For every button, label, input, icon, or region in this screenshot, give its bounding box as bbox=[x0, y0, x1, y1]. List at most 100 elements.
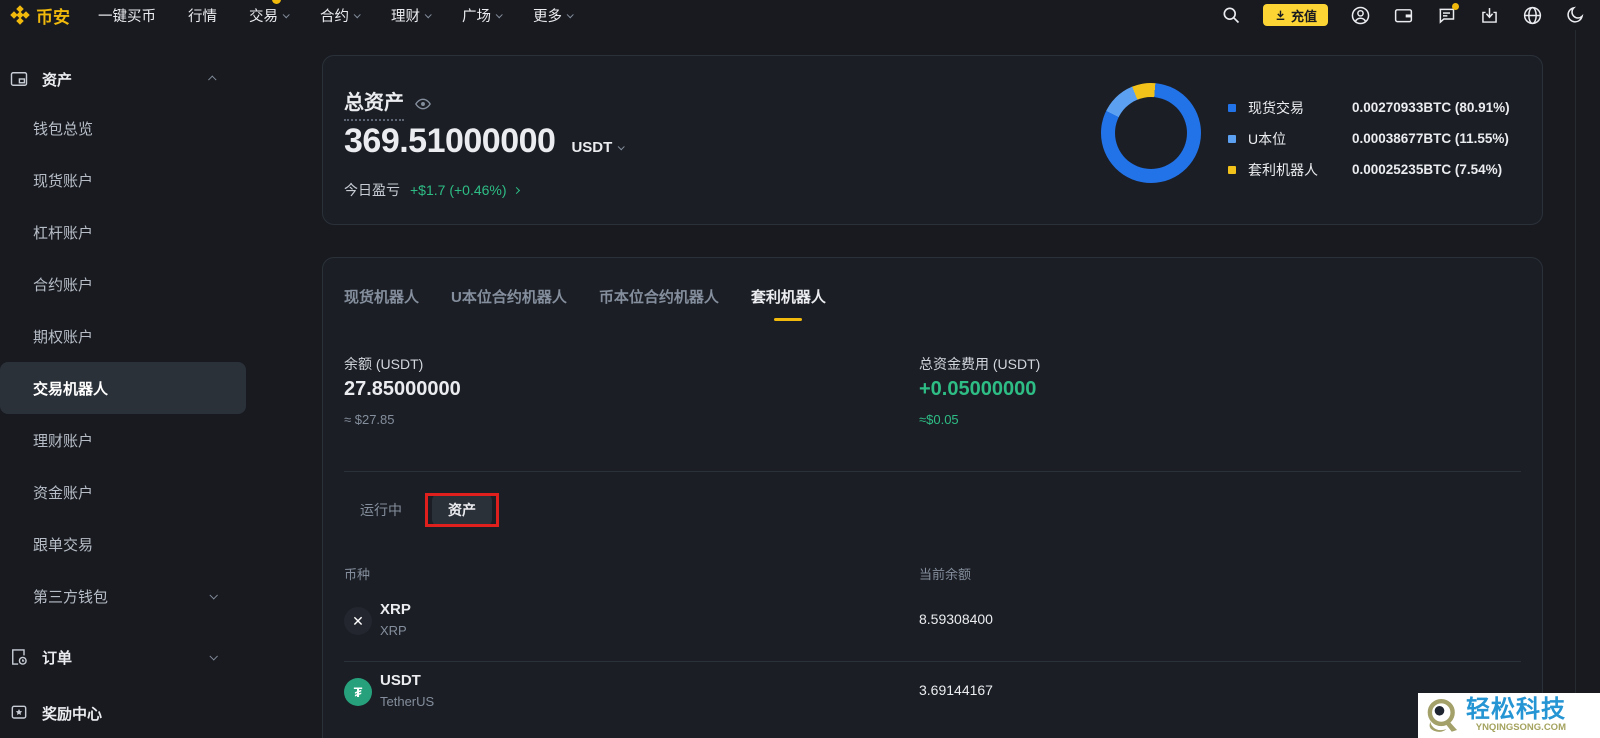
sidebar-item-trading-bots[interactable]: 交易机器人 bbox=[0, 362, 246, 414]
chevron-down-icon bbox=[209, 652, 218, 661]
coin-balance: 8.59308400 bbox=[919, 611, 993, 627]
sidebar-item-spot-account[interactable]: 现货账户 bbox=[0, 154, 246, 206]
theme-moon-icon[interactable] bbox=[1564, 4, 1586, 26]
currency-selector[interactable]: USDT bbox=[571, 139, 626, 156]
nav-item-more[interactable]: 更多 bbox=[533, 5, 574, 26]
tab-arbitrage-bot[interactable]: 套利机器人 bbox=[751, 286, 826, 321]
nav-item-buy-crypto[interactable]: 一键买币 bbox=[98, 5, 156, 26]
coin-symbol: USDT bbox=[380, 672, 421, 689]
chevron-down-icon bbox=[209, 591, 218, 600]
coin-name: TetherUS bbox=[380, 694, 435, 709]
sidebar-section-assets[interactable]: 资产 bbox=[0, 56, 246, 102]
allocation-legend: 现货交易 0.00270933BTC (80.91%) U本位 0.000386… bbox=[1228, 92, 1510, 185]
deposit-arrow-icon bbox=[1276, 10, 1285, 20]
binance-logo[interactable]: 币安 bbox=[10, 3, 70, 28]
legend-item-usdm: U本位 0.00038677BTC (11.55%) bbox=[1228, 123, 1510, 154]
sidebar-item-earn-account[interactable]: 理财账户 bbox=[0, 414, 246, 466]
watermark-brand: 轻松科技 bbox=[1466, 696, 1566, 724]
total-assets-value: 369.51000000 bbox=[344, 122, 556, 160]
coin-name: XRP bbox=[380, 623, 407, 638]
sidebar-item-copy-trading[interactable]: 跟单交易 bbox=[0, 518, 246, 570]
nav-right-icons: 充值 bbox=[1220, 3, 1586, 26]
subtabs: 运行中 资产 bbox=[344, 491, 499, 529]
chevron-down-icon bbox=[424, 10, 432, 18]
annotation-red-box bbox=[425, 493, 499, 527]
chevron-right-icon bbox=[512, 186, 520, 194]
binance-diamond-icon bbox=[10, 5, 30, 25]
balance-value: 27.85000000 bbox=[344, 378, 461, 400]
legend-item-spot: 现货交易 0.00270933BTC (80.91%) bbox=[1228, 92, 1510, 123]
sidebar-item-third-party-wallet[interactable]: 第三方钱包 bbox=[0, 570, 246, 622]
sidebar-section-rewards[interactable]: 奖励中心 bbox=[0, 687, 246, 738]
usdt-coin-icon: ₮ bbox=[344, 678, 372, 706]
table-row-usdt[interactable]: ₮ USDT TetherUS 3.69144167 bbox=[344, 669, 1521, 725]
balance-usd-approx: ≈ $27.85 bbox=[344, 412, 395, 427]
top-navbar: 币安 一键买币 行情 交易 合约 理财 广场 更多 充值 bbox=[0, 0, 1600, 30]
search-icon[interactable] bbox=[1220, 4, 1242, 26]
scrollbar-track[interactable] bbox=[1575, 30, 1576, 738]
nav-item-square[interactable]: 广场 bbox=[462, 5, 503, 26]
assets-wallet-icon bbox=[10, 72, 28, 86]
trading-bots-card: 现货机器人 U本位合约机器人 币本位合约机器人 套利机器人 余额 (USDT) … bbox=[322, 257, 1543, 738]
globe-icon[interactable] bbox=[1521, 4, 1543, 26]
tab-coinm-futures-bot[interactable]: 币本位合约机器人 bbox=[599, 286, 719, 321]
column-header-coin: 币种 bbox=[344, 567, 371, 582]
notification-dot bbox=[272, 0, 281, 4]
chevron-down-icon bbox=[566, 10, 574, 18]
legend-swatch bbox=[1228, 103, 1236, 112]
wallet-icon[interactable] bbox=[1392, 4, 1414, 26]
chevron-down-icon bbox=[282, 10, 290, 18]
chevron-down-icon bbox=[617, 143, 626, 151]
chat-notification-dot bbox=[1452, 3, 1459, 10]
deposit-button[interactable]: 充值 bbox=[1262, 4, 1328, 26]
pnl-today-value[interactable]: +$1.7 (+0.46%) bbox=[410, 182, 520, 198]
legend-swatch bbox=[1228, 165, 1236, 174]
legend-swatch bbox=[1228, 134, 1236, 143]
sidebar: 资产 钱包总览 现货账户 杠杆账户 合约账户 期权账户 交易机器人 理财账户 资… bbox=[0, 30, 246, 738]
balance-label: 余额 (USDT) bbox=[344, 356, 424, 372]
nav-item-earn[interactable]: 理财 bbox=[391, 5, 432, 26]
funding-fee-value: +0.05000000 bbox=[919, 378, 1037, 400]
nav-item-trade[interactable]: 交易 bbox=[249, 5, 290, 26]
download-icon[interactable] bbox=[1478, 4, 1500, 26]
subtab-running[interactable]: 运行中 bbox=[344, 491, 418, 529]
sidebar-item-funding-account[interactable]: 资金账户 bbox=[0, 466, 246, 518]
xrp-coin-icon: ✕ bbox=[344, 607, 372, 635]
table-row-xrp[interactable]: ✕ XRP XRP 8.59308400 bbox=[344, 598, 1521, 654]
bot-tabs: 现货机器人 U本位合约机器人 币本位合约机器人 套利机器人 bbox=[344, 286, 826, 321]
tab-usdm-futures-bot[interactable]: U本位合约机器人 bbox=[451, 286, 567, 321]
watermark-logo-icon bbox=[1427, 698, 1457, 732]
row-divider bbox=[344, 661, 1521, 662]
sidebar-section-orders[interactable]: 订单 bbox=[0, 631, 246, 683]
section-divider bbox=[344, 471, 1521, 472]
pnl-today-label: 今日盈亏 bbox=[344, 182, 400, 198]
eye-visibility-icon[interactable] bbox=[414, 95, 432, 113]
legend-item-arbitrage-bot: 套利机器人 0.00025235BTC (7.54%) bbox=[1228, 154, 1510, 185]
sidebar-item-options-account[interactable]: 期权账户 bbox=[0, 310, 246, 362]
sidebar-item-futures-account[interactable]: 合约账户 bbox=[0, 258, 246, 310]
chat-icon[interactable] bbox=[1435, 3, 1459, 26]
donut-hole bbox=[1115, 97, 1187, 169]
orders-document-icon bbox=[12, 649, 27, 665]
nav-item-markets[interactable]: 行情 bbox=[188, 5, 217, 26]
sidebar-item-wallet-overview[interactable]: 钱包总览 bbox=[0, 102, 246, 154]
total-assets-title: 总资产 bbox=[344, 86, 404, 121]
watermark: 轻松科技 YNQINGSONG.COM bbox=[1418, 693, 1600, 738]
chevron-down-icon bbox=[495, 10, 503, 18]
brand-name: 币安 bbox=[36, 7, 70, 27]
column-header-balance: 当前余额 bbox=[919, 567, 972, 582]
nav-menu: 一键买币 行情 交易 合约 理财 广场 更多 bbox=[98, 5, 574, 26]
tab-spot-bot[interactable]: 现货机器人 bbox=[344, 286, 419, 321]
coin-balance: 3.69144167 bbox=[919, 682, 993, 698]
funding-fee-usd-approx: ≈$0.05 bbox=[919, 412, 959, 427]
funding-fee-label: 总资金费用 (USDT) bbox=[919, 356, 1041, 372]
chevron-down-icon bbox=[353, 10, 361, 18]
coin-symbol: XRP bbox=[380, 601, 411, 618]
nav-item-futures[interactable]: 合约 bbox=[320, 5, 361, 26]
profile-icon[interactable] bbox=[1349, 4, 1371, 26]
rewards-badge-icon bbox=[11, 705, 27, 719]
sidebar-item-margin-account[interactable]: 杠杆账户 bbox=[0, 206, 246, 258]
total-assets-card: 总资产 369.51000000 USDT 今日盈亏 +$1.7 (+0.46%… bbox=[322, 55, 1543, 225]
allocation-donut bbox=[1101, 83, 1201, 183]
watermark-domain: YNQINGSONG.COM bbox=[1475, 722, 1566, 734]
